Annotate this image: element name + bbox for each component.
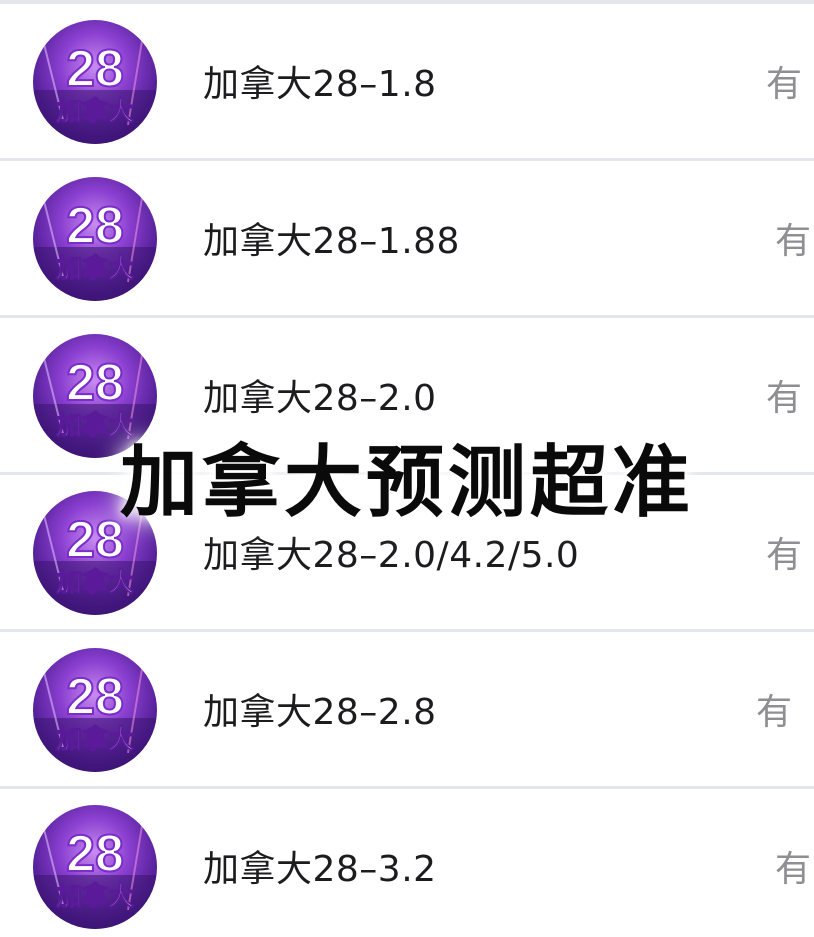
item-status: 有 [774, 221, 811, 262]
avatar[interactable]: 28 加拿大 [33, 20, 157, 144]
avatar[interactable]: 28 加拿大 [33, 648, 157, 772]
list-item[interactable]: 28 加拿大 加拿大28–3.2 有 [0, 789, 814, 937]
avatar-logo-image: 28 加拿大 [33, 34, 157, 144]
item-status: 有 [765, 64, 802, 105]
svg-text:28: 28 [66, 668, 124, 726]
list-item[interactable]: 28 加拿大 加拿大28–1.8 有 [0, 4, 814, 161]
item-title: 加拿大28–1.8 [203, 64, 437, 105]
svg-text:28: 28 [66, 825, 124, 883]
svg-text:加拿大: 加拿大 [56, 881, 134, 912]
item-title: 加拿大28–2.0 [203, 378, 437, 419]
item-status: 有 [765, 535, 802, 576]
avatar-logo-image: 28 加拿大 [33, 662, 157, 772]
list-item[interactable]: 28 加拿大 加拿大28–2.8 有 [0, 632, 814, 789]
svg-text:加拿大: 加拿大 [56, 96, 134, 127]
item-status: 有 [755, 692, 792, 733]
avatar[interactable]: 28 加拿大 [33, 177, 157, 301]
overlay-caption: 加拿大预测超准 [119, 438, 694, 528]
svg-text:加拿大: 加拿大 [56, 724, 134, 755]
avatar-logo-image: 28 加拿大 [33, 819, 157, 929]
item-title: 加拿大28–3.2 [203, 849, 437, 890]
svg-text:28: 28 [66, 40, 124, 98]
avatar[interactable]: 28 加拿大 [33, 805, 157, 929]
avatar-logo-image: 28 加拿大 [33, 191, 157, 301]
chat-list-screen: 28 加拿大 加拿大28–1.8 有 28 加拿大 加拿大28–1.88 有 2… [0, 0, 814, 937]
item-status: 有 [765, 378, 802, 419]
item-title: 加拿大28–2.0/4.2/5.0 [203, 535, 580, 576]
item-status: 有 [774, 849, 811, 890]
svg-text:加拿大: 加拿大 [56, 253, 134, 284]
list-item[interactable]: 28 加拿大 加拿大28–1.88 有 [0, 161, 814, 318]
svg-text:加拿大: 加拿大 [56, 567, 134, 598]
item-title: 加拿大28–2.8 [203, 692, 437, 733]
svg-text:28: 28 [66, 354, 124, 412]
svg-text:28: 28 [66, 197, 124, 255]
item-title: 加拿大28–1.88 [203, 221, 460, 262]
